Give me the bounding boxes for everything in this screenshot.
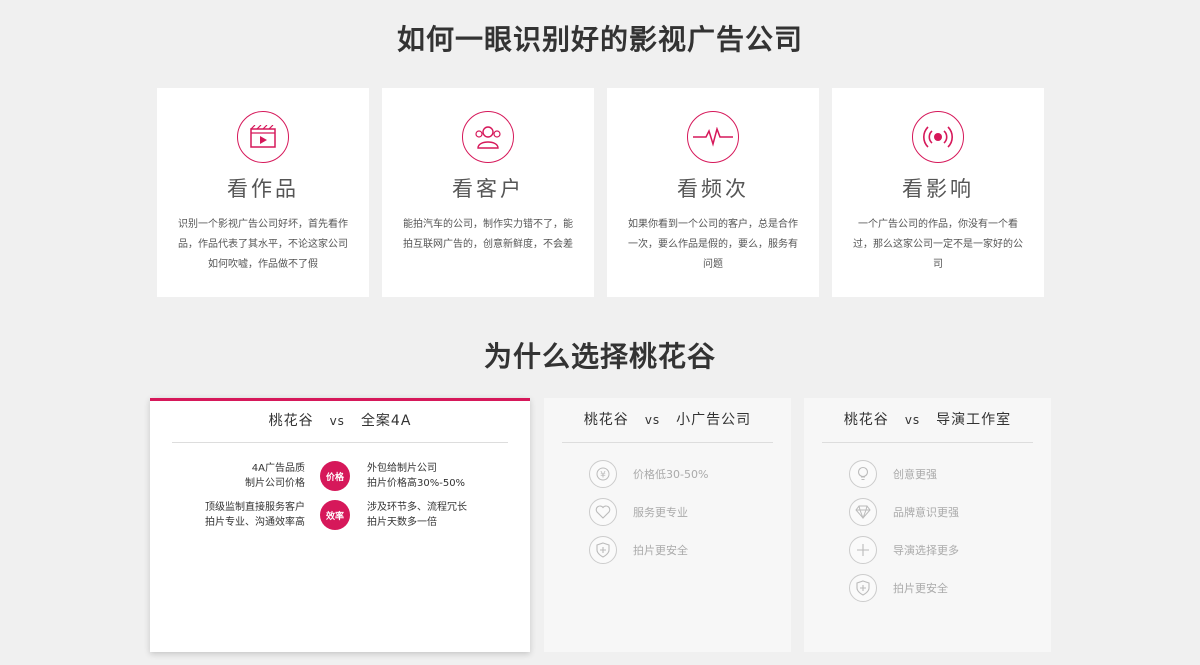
feature-item: 创意更强 xyxy=(849,459,937,489)
section-title-why: 为什么选择桃花谷 xyxy=(483,340,716,373)
section-title-identify: 如何一眼识别好的影视广告公司 xyxy=(396,23,803,56)
compare-right-text: 拍片价格高30%-50% xyxy=(367,478,466,489)
compare-left-text: 4A广告品质 xyxy=(251,463,305,474)
price-badge: 价格 xyxy=(320,461,350,491)
compare-header: 桃花谷 vs 导演工作室 xyxy=(804,398,1051,442)
lightbulb-icon xyxy=(849,460,877,488)
feature-label: 导演选择更多 xyxy=(893,544,959,557)
compare-header: 桃花谷 vs 全案4A xyxy=(150,401,530,442)
divider xyxy=(172,442,508,443)
heart-icon xyxy=(589,498,617,526)
compare-header: 桃花谷 vs 小广告公司 xyxy=(544,398,791,442)
card-desc: 如果你看到一个公司的客户，总是合作一次，要么作品是假的，要么，服务有问题 xyxy=(628,219,798,270)
card-customers[interactable]: 看客户 能拍汽车的公司，制作实力错不了，能拍互联网广告的，创意新鲜度，不会差 xyxy=(382,88,594,297)
compare-left-name: 桃花谷 xyxy=(583,412,629,428)
card-title: 看作品 xyxy=(227,177,299,201)
feature-label: 创意更强 xyxy=(893,468,937,481)
feature-label: 品牌意识更强 xyxy=(893,506,959,519)
feature-item: 拍片更安全 xyxy=(589,535,688,565)
compare-right-text: 拍片天数多一倍 xyxy=(367,517,437,528)
compare-right-name: 导演工作室 xyxy=(936,412,1012,428)
card-desc: 识别一个影视广告公司好坏，首先看作品，作品代表了其水平，不论这家公司如何吹嘘，作… xyxy=(178,219,348,270)
compare-panel-director-studio[interactable]: 桃花谷 vs 导演工作室 创意更强 品牌意识更强 导演选择更多 拍片更安全 xyxy=(804,398,1051,652)
feature-item: 拍片更安全 xyxy=(849,573,948,603)
efficiency-badge: 效率 xyxy=(320,500,350,530)
compare-row-efficiency: 顶级监制直接服务客户 拍片专业、沟通效率高 效率 涉及环节多、流程冗长 拍片天数… xyxy=(150,496,530,536)
shield-plus-icon xyxy=(849,574,877,602)
compare-left-text: 制片公司价格 xyxy=(245,478,305,489)
compare-panel-small-agency[interactable]: 桃花谷 vs 小广告公司 ¥ 价格低30-50% 服务更专业 拍片更安全 xyxy=(544,398,791,652)
compare-row-price: 4A广告品质 制片公司价格 价格 外包给制片公司 拍片价格高30%-50% xyxy=(150,457,530,497)
vs-label: vs xyxy=(329,414,345,428)
card-influence[interactable]: 看影响 一个广告公司的作品，你没有一个看过，那么这家公司一定不是一家好的公司 xyxy=(832,88,1044,297)
feature-label: 拍片更安全 xyxy=(633,544,688,557)
compare-left-text: 顶级监制直接服务客户 xyxy=(205,502,305,513)
feature-label: 拍片更安全 xyxy=(893,582,948,595)
card-title: 看客户 xyxy=(452,177,524,201)
heartbeat-pulse-icon xyxy=(687,111,739,163)
feature-item: 导演选择更多 xyxy=(849,535,959,565)
card-title: 看频次 xyxy=(677,177,749,201)
feature-label: 服务更专业 xyxy=(633,506,688,519)
diamond-icon xyxy=(849,498,877,526)
compare-panel-4a[interactable]: 桃花谷 vs 全案4A 4A广告品质 制片公司价格 价格 外包给制片公司 拍片价格高… xyxy=(150,398,530,652)
vs-label: vs xyxy=(644,413,661,427)
feature-item: 服务更专业 xyxy=(589,497,688,527)
compare-right-text: 外包给制片公司 xyxy=(367,463,437,474)
card-desc: 一个广告公司的作品，你没有一个看过，那么这家公司一定不是一家好的公司 xyxy=(853,219,1023,270)
price-down-icon: ¥ xyxy=(589,460,617,488)
compare-left-name: 桃花谷 xyxy=(843,412,889,428)
divider xyxy=(822,442,1033,443)
svg-text:¥: ¥ xyxy=(600,471,606,481)
shield-plus-icon xyxy=(589,536,617,564)
compare-left-text: 拍片专业、沟通效率高 xyxy=(205,517,305,528)
broadcast-signal-icon xyxy=(912,111,964,163)
compare-left-name: 桃花谷 xyxy=(268,413,314,429)
card-title: 看影响 xyxy=(902,177,974,201)
compare-right-name: 全案4A xyxy=(360,413,412,429)
feature-item: 品牌意识更强 xyxy=(849,497,959,527)
compare-right-name: 小广告公司 xyxy=(676,412,752,428)
card-frequency[interactable]: 看频次 如果你看到一个公司的客户，总是合作一次，要么作品是假的，要么，服务有问题 xyxy=(607,88,819,297)
compare-right-text: 涉及环节多、流程冗长 xyxy=(367,502,467,513)
plus-icon xyxy=(849,536,877,564)
card-desc: 能拍汽车的公司，制作实力错不了，能拍互联网广告的，创意新鲜度，不会差 xyxy=(403,219,573,250)
divider xyxy=(562,442,773,443)
vs-label: vs xyxy=(904,413,921,427)
customers-icon xyxy=(462,111,514,163)
feature-label: 价格低30-50% xyxy=(633,468,709,481)
film-play-icon xyxy=(237,111,289,163)
feature-item: ¥ 价格低30-50% xyxy=(589,459,708,489)
card-works[interactable]: 看作品 识别一个影视广告公司好坏，首先看作品，作品代表了其水平，不论这家公司如何… xyxy=(157,88,369,297)
